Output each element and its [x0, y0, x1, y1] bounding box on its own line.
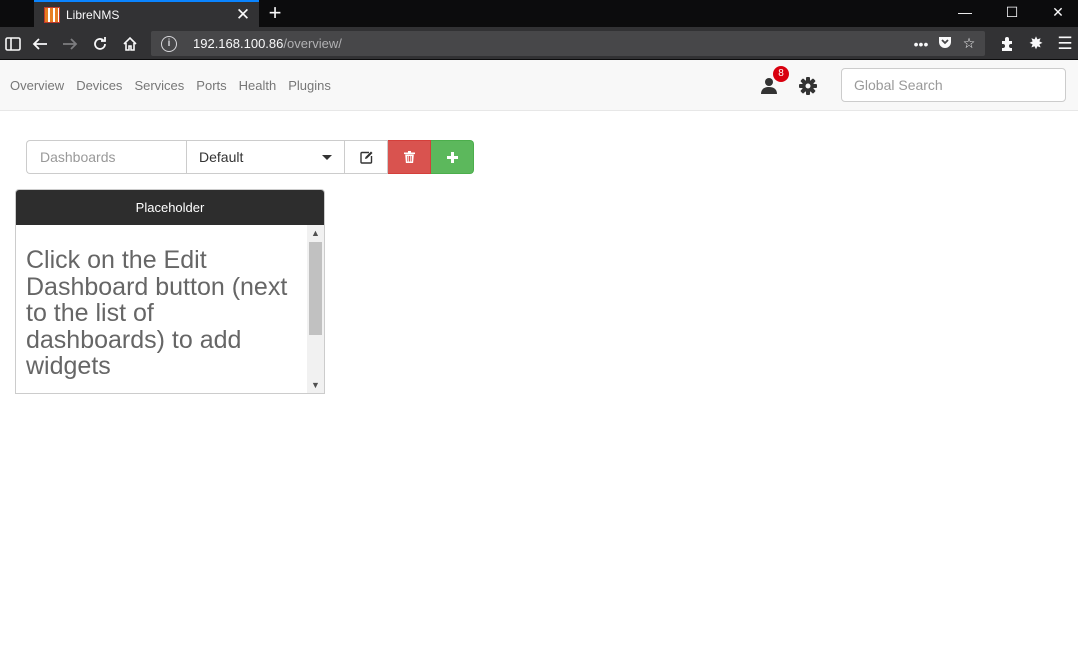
- close-tab-icon[interactable]: ✕: [231, 5, 255, 25]
- page-actions-icon[interactable]: •••: [909, 36, 933, 52]
- edit-dashboard-button[interactable]: [345, 140, 388, 174]
- global-search-input[interactable]: [841, 68, 1066, 102]
- browser-tab[interactable]: LibreNMS ✕: [34, 0, 259, 27]
- delete-dashboard-button[interactable]: [388, 140, 431, 174]
- browser-tab-bar: LibreNMS ✕ + — ☐ ✕: [0, 0, 1078, 27]
- settings-icon[interactable]: [799, 77, 817, 95]
- caret-down-icon: [322, 155, 332, 160]
- hamburger-menu-icon[interactable]: ☰: [1052, 31, 1078, 57]
- nav-overview[interactable]: Overview: [4, 78, 70, 93]
- browser-toolbar: i 192.168.100.86/overview/ ••• ☆ ✸ ☰: [0, 27, 1078, 60]
- tab-title: LibreNMS: [66, 7, 120, 22]
- pocket-icon[interactable]: [933, 35, 957, 52]
- edit-icon: [359, 151, 372, 164]
- bookmark-star-icon[interactable]: ☆: [957, 35, 981, 52]
- app-navbar: Overview Devices Services Ports Health P…: [0, 60, 1078, 111]
- main-menu: Overview Devices Services Ports Health P…: [4, 60, 337, 111]
- extensions-icon[interactable]: [994, 31, 1020, 57]
- nav-ports[interactable]: Ports: [190, 78, 232, 93]
- minimize-window-icon[interactable]: —: [942, 0, 988, 27]
- widget-body-text: Click on the Edit Dashboard button (next…: [26, 246, 288, 380]
- dashboards-label: Dashboards: [26, 140, 186, 174]
- plus-icon: [446, 151, 458, 163]
- settings-gear-icon[interactable]: ✸: [1023, 31, 1049, 57]
- notification-badge: 8: [773, 66, 789, 82]
- site-info-icon[interactable]: i: [161, 35, 177, 52]
- maximize-window-icon[interactable]: ☐: [989, 0, 1035, 27]
- home-icon[interactable]: [117, 31, 143, 57]
- address-bar[interactable]: i 192.168.100.86/overview/ ••• ☆: [151, 31, 985, 56]
- scroll-up-icon[interactable]: ▲: [307, 225, 324, 242]
- scroll-thumb[interactable]: [309, 242, 322, 335]
- reload-icon[interactable]: [87, 31, 113, 57]
- librenms-favicon-icon: [44, 6, 60, 23]
- forward-icon[interactable]: [57, 31, 83, 57]
- add-dashboard-button[interactable]: [431, 140, 474, 174]
- trash-icon: [403, 151, 415, 163]
- placeholder-widget: Placeholder Click on the Edit Dashboard …: [15, 189, 325, 394]
- url-path: /overview/: [283, 36, 342, 51]
- nav-plugins[interactable]: Plugins: [282, 78, 337, 93]
- nav-devices[interactable]: Devices: [70, 78, 128, 93]
- dashboard-toolbar: Dashboards Default: [26, 140, 474, 174]
- dashboard-select[interactable]: Default: [186, 140, 345, 174]
- nav-services[interactable]: Services: [128, 78, 190, 93]
- widget-scrollbar[interactable]: ▲ ▼: [307, 225, 324, 393]
- scroll-down-icon[interactable]: ▼: [307, 377, 324, 393]
- sidebar-icon[interactable]: [0, 31, 26, 57]
- new-tab-icon[interactable]: +: [263, 0, 287, 27]
- back-icon[interactable]: [27, 31, 53, 57]
- close-window-icon[interactable]: ✕: [1035, 0, 1078, 27]
- nav-health[interactable]: Health: [233, 78, 283, 93]
- selected-dashboard: Default: [199, 149, 244, 165]
- widget-title[interactable]: Placeholder: [16, 190, 324, 225]
- url-host: 192.168.100.86: [193, 36, 284, 51]
